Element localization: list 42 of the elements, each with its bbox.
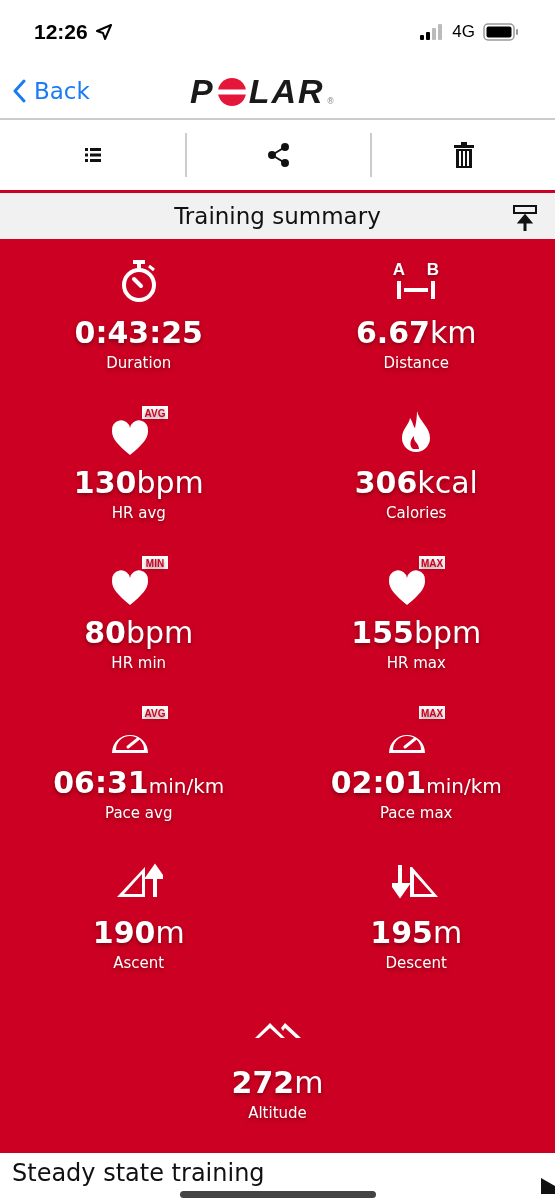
- back-link[interactable]: Back: [0, 78, 90, 105]
- descent-icon: [392, 862, 441, 899]
- stat-value: 155bpm: [351, 614, 482, 650]
- logo-circle-icon: [216, 77, 247, 108]
- training-type: Steady state training: [11, 1160, 265, 1187]
- registered-mark: ®: [326, 97, 335, 107]
- stat-value: 195m: [370, 914, 463, 950]
- stat-label: Duration: [106, 353, 172, 372]
- stat-label: Pace avg: [105, 803, 173, 822]
- stat-label: Calories: [386, 503, 447, 522]
- battery-icon: [483, 23, 519, 42]
- stat-value: 130bpm: [73, 464, 204, 500]
- pin-button[interactable]: [513, 204, 537, 231]
- chevron-left-icon: [12, 79, 26, 104]
- stat-value: 06:31min/km: [53, 764, 225, 800]
- pin-top-icon: [513, 204, 537, 231]
- share-icon: [266, 142, 291, 167]
- stat-value: 306kcal: [354, 464, 478, 500]
- stat-value: 190m: [92, 914, 185, 950]
- stat-value: 6.67km: [355, 314, 477, 350]
- status-time: 12:26: [34, 20, 88, 45]
- stat-label: Pace max: [380, 803, 453, 822]
- stat-label: Ascent: [113, 953, 165, 972]
- stat-label: Altitude: [248, 1103, 307, 1122]
- stat-value: 02:01min/km: [330, 764, 502, 800]
- stat-label: HR max: [386, 653, 446, 672]
- section-title: Training summary: [174, 202, 381, 229]
- ascent-icon: [114, 862, 163, 899]
- stat-value: 0:43:25: [74, 314, 203, 350]
- signal-icon: [420, 24, 445, 41]
- list-icon: [84, 147, 101, 162]
- logo-text: LAR: [248, 74, 325, 109]
- logo-text: P: [190, 74, 215, 109]
- stat-label: Descent: [385, 953, 447, 972]
- location-arrow-icon: [95, 24, 112, 41]
- stat-value: 80bpm: [84, 614, 194, 650]
- stat-label: Distance: [383, 353, 450, 372]
- trash-icon: [453, 141, 474, 168]
- stat-label: HR min: [111, 653, 167, 672]
- stat-value: 272m: [231, 1064, 324, 1100]
- stat-label: HR avg: [111, 503, 166, 522]
- network-type: 4G: [452, 22, 475, 43]
